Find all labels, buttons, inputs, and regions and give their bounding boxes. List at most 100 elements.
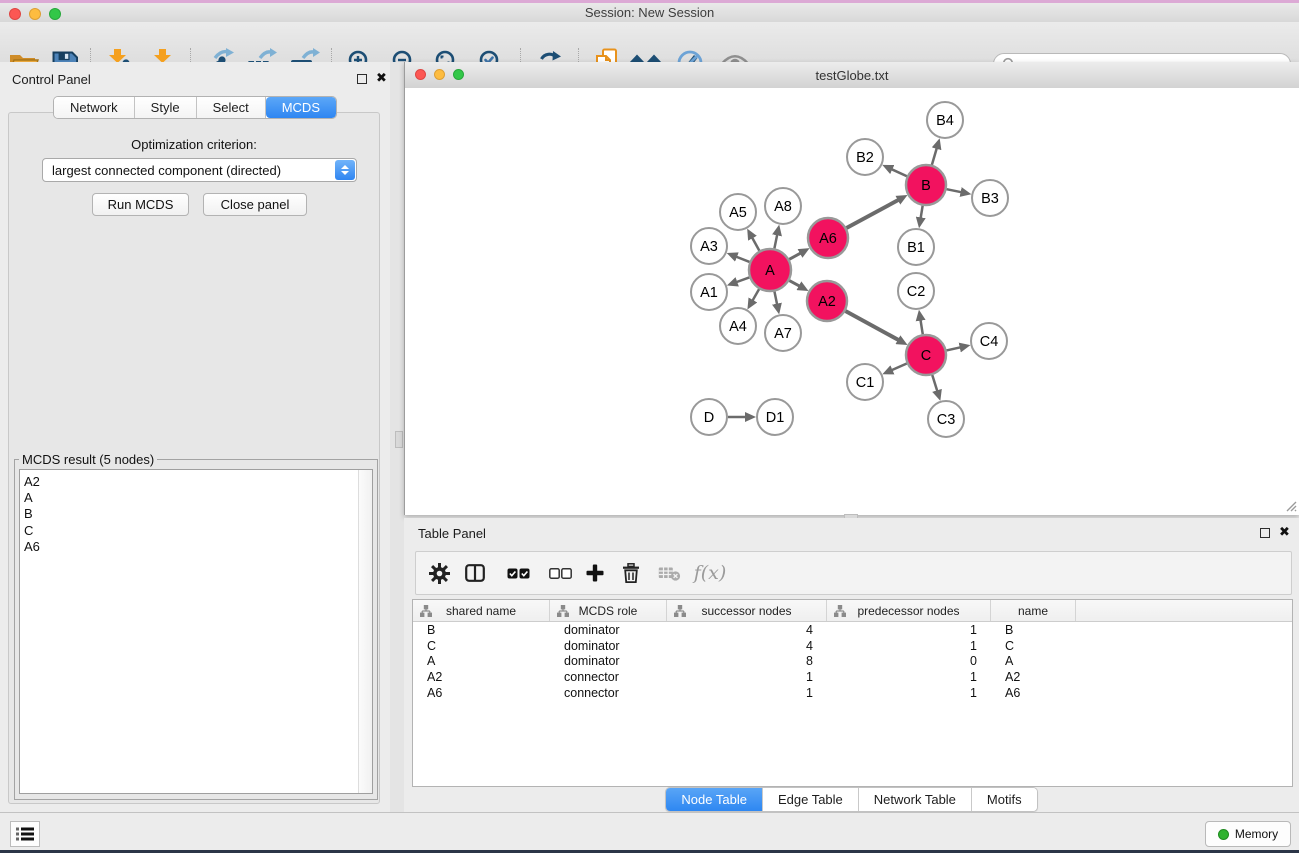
network-graph[interactable]: B4 B2 B B3 A8A5 A6 B1 A3 A C2 A1 A2 A4A7 C4 C C1 D D1 C3 (405, 88, 1299, 514)
column-header-name[interactable]: name (991, 600, 1076, 621)
tab-mcds[interactable]: MCDS (266, 97, 336, 118)
table-row[interactable]: Bdominator41B (413, 622, 1292, 638)
graph-edge-A2-C[interactable] (845, 311, 899, 341)
graph-edge-B-B3[interactable] (947, 189, 963, 192)
delete-row-button[interactable] (618, 552, 644, 594)
table-cell[interactable]: A (413, 654, 550, 668)
graph-node-B3[interactable]: B3 (972, 180, 1008, 216)
graph-node-A1[interactable]: A1 (691, 274, 727, 310)
show-columns-button[interactable] (462, 552, 488, 594)
result-item[interactable]: A (20, 490, 372, 506)
tab-network-table[interactable]: Network Table (859, 788, 972, 811)
tab-motifs[interactable]: Motifs (972, 788, 1037, 811)
table-cell[interactable]: dominator (550, 623, 667, 637)
graph-edge-A-A3[interactable] (735, 256, 749, 262)
vertical-splitter-handle[interactable] (395, 431, 403, 448)
graph-node-C[interactable]: C (906, 335, 946, 375)
result-item[interactable]: C (20, 523, 372, 539)
graph-edge-A6-B[interactable] (846, 199, 899, 228)
table-cell[interactable]: connector (550, 686, 667, 700)
graph-edge-C-C1[interactable] (891, 363, 907, 370)
control-panel-float-icon[interactable] (357, 74, 367, 84)
select-all-button[interactable] (504, 552, 532, 594)
table-cell[interactable]: C (991, 639, 1076, 653)
table-cell[interactable]: 1 (667, 670, 827, 684)
table-cell[interactable]: connector (550, 670, 667, 684)
result-scrollbar[interactable] (358, 470, 372, 793)
resize-grip-icon[interactable] (1283, 498, 1297, 512)
delete-table-button[interactable] (654, 552, 684, 594)
graph-node-B2[interactable]: B2 (847, 139, 883, 175)
column-header-predecessor-nodes[interactable]: predecessor nodes (827, 600, 991, 621)
table-cell[interactable]: A (991, 654, 1076, 668)
result-item[interactable]: A6 (20, 539, 372, 555)
graph-node-A5[interactable]: A5 (720, 194, 756, 230)
graph-node-B[interactable]: B (906, 165, 946, 205)
tab-edge-table[interactable]: Edge Table (763, 788, 859, 811)
table-row[interactable]: Cdominator41C (413, 638, 1292, 654)
table-cell[interactable]: 0 (827, 654, 991, 668)
graph-node-B4[interactable]: B4 (927, 102, 963, 138)
graph-node-C4[interactable]: C4 (971, 323, 1007, 359)
table-cell[interactable]: B (991, 623, 1076, 637)
table-row[interactable]: A2connector11A2 (413, 669, 1292, 685)
node-table[interactable]: shared nameMCDS rolesuccessor nodesprede… (412, 599, 1293, 787)
graph-node-A8[interactable]: A8 (765, 188, 801, 224)
graph-edge-A-A1[interactable] (735, 277, 749, 282)
graph-node-A3[interactable]: A3 (691, 228, 727, 264)
graph-node-C1[interactable]: C1 (847, 364, 883, 400)
table-cell[interactable]: dominator (550, 654, 667, 668)
table-cell[interactable]: A2 (413, 670, 550, 684)
graph-edge-B-B4[interactable] (932, 147, 937, 165)
column-header-mcds-role[interactable]: MCDS role (550, 600, 667, 621)
graph-edge-A-A7[interactable] (774, 292, 777, 306)
graph-node-A7[interactable]: A7 (765, 315, 801, 351)
graph-edge-C-C3[interactable] (932, 375, 937, 392)
run-mcds-button[interactable]: Run MCDS (92, 193, 189, 216)
column-header-successor-nodes[interactable]: successor nodes (667, 600, 827, 621)
table-cell[interactable]: A6 (991, 686, 1076, 700)
tab-network[interactable]: Network (54, 97, 135, 118)
table-settings-button[interactable] (426, 552, 452, 594)
table-cell[interactable]: 1 (827, 623, 991, 637)
graph-node-D1[interactable]: D1 (757, 399, 793, 435)
graph-edge-A-A4[interactable] (752, 289, 759, 302)
table-cell[interactable]: B (413, 623, 550, 637)
graph-node-B1[interactable]: B1 (898, 229, 934, 265)
graph-edge-A-A8[interactable] (774, 233, 777, 248)
memory-button[interactable]: Memory (1205, 821, 1291, 847)
graph-node-A2[interactable]: A2 (807, 281, 847, 321)
table-cell[interactable]: A2 (991, 670, 1076, 684)
result-item[interactable]: A2 (20, 470, 372, 490)
control-panel-close-icon[interactable]: ✖ (376, 74, 387, 84)
graph-edge-B-B2[interactable] (890, 169, 906, 177)
table-cell[interactable]: 1 (827, 639, 991, 653)
tab-node-table[interactable]: Node Table (666, 788, 763, 811)
table-cell[interactable]: 1 (827, 670, 991, 684)
function-builder-button[interactable]: f(x) (692, 552, 728, 594)
result-item[interactable]: B (20, 506, 372, 522)
graph-node-A4[interactable]: A4 (720, 308, 756, 344)
tab-style[interactable]: Style (135, 97, 197, 118)
graph-node-A[interactable]: A (749, 249, 791, 291)
graph-node-A6[interactable]: A6 (808, 218, 848, 258)
table-cell[interactable]: 1 (667, 686, 827, 700)
column-header-shared-name[interactable]: shared name (413, 600, 550, 621)
graph-edge-B-B1[interactable] (920, 206, 922, 220)
show-panels-button[interactable] (10, 821, 40, 847)
table-panel-float-icon[interactable] (1260, 528, 1270, 538)
table-cell[interactable]: 4 (667, 623, 827, 637)
tab-select[interactable]: Select (197, 97, 266, 118)
add-row-button[interactable] (582, 552, 608, 594)
table-cell[interactable]: C (413, 639, 550, 653)
graph-node-C3[interactable]: C3 (928, 401, 964, 437)
graph-node-C2[interactable]: C2 (898, 273, 934, 309)
table-cell[interactable]: A6 (413, 686, 550, 700)
table-cell[interactable]: 8 (667, 654, 827, 668)
table-cell[interactable]: dominator (550, 639, 667, 653)
graph-edge-A-A2[interactable] (789, 281, 800, 287)
close-panel-button[interactable]: Close panel (203, 193, 307, 216)
graph-node-D[interactable]: D (691, 399, 727, 435)
optimization-criterion-select[interactable]: largest connected component (directed) (42, 158, 357, 182)
graph-edge-A-A6[interactable] (789, 252, 801, 259)
